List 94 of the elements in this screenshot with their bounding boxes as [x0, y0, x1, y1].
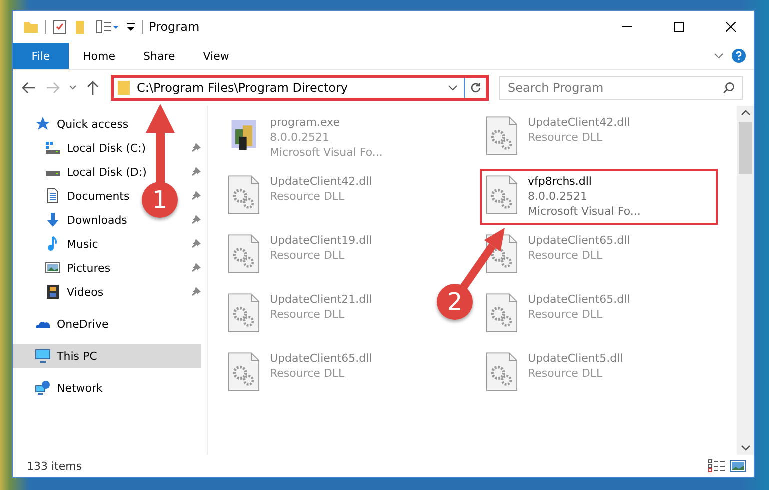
file-name: UpdateClient65.dll — [528, 292, 630, 307]
close-icon — [726, 22, 736, 32]
file-item[interactable]: UpdateClient21.dll Resource DLL — [222, 287, 424, 343]
file-name: UpdateClient42.dll — [270, 174, 372, 189]
pin-icon[interactable] — [191, 143, 201, 153]
document-icon — [45, 188, 61, 204]
file-name: UpdateClient65.dll — [270, 351, 372, 366]
drive-icon — [45, 140, 61, 156]
drive-icon — [45, 171, 61, 177]
dropdown-caret-icon[interactable] — [448, 85, 458, 91]
file-detail: Microsoft Visual Fo... — [270, 145, 383, 160]
scroll-thumb[interactable] — [739, 122, 752, 174]
file-name: UpdateClient19.dll — [270, 233, 372, 248]
file-item[interactable]: UpdateClient19.dll Resource DLL — [222, 228, 424, 284]
picture-icon — [45, 260, 61, 276]
window-title: Program — [149, 20, 201, 34]
view-options-icon[interactable] — [96, 19, 120, 35]
file-item[interactable]: UpdateClient42.dll Resource DLL — [480, 110, 682, 166]
customize-caret-icon[interactable] — [126, 21, 136, 33]
file-item[interactable]: UpdateClient65.dll Resource DLL — [480, 287, 682, 343]
minimize-icon — [622, 26, 632, 28]
pin-icon[interactable] — [191, 215, 201, 225]
monitor-icon — [35, 348, 51, 364]
back-arrow-icon — [22, 82, 36, 94]
search-field[interactable]: Search Program — [499, 76, 743, 100]
gear-file-icon — [486, 174, 518, 216]
pin-icon[interactable] — [191, 239, 201, 249]
file-detail: 8.0.0.2521 — [270, 130, 330, 145]
file-name: UpdateClient21.dll — [270, 292, 372, 307]
refresh-icon — [470, 82, 482, 94]
sidebar-item[interactable]: Network — [13, 376, 201, 400]
file-menu-button[interactable]: File — [13, 43, 69, 69]
ribbon-tab[interactable]: Share — [129, 43, 190, 69]
gear-file-icon — [486, 115, 518, 157]
download-icon — [45, 212, 61, 228]
large-icons-view-icon[interactable] — [730, 459, 746, 473]
scrollbar[interactable] — [737, 106, 754, 455]
file-detail: Resource DLL — [270, 248, 346, 263]
ribbon-tab[interactable]: Home — [69, 43, 130, 69]
file-item[interactable]: UpdateClient5.dll Resource DLL — [480, 346, 682, 402]
file-detail: Resource DLL — [528, 248, 604, 263]
gear-file-icon — [486, 351, 518, 393]
caret-icon — [69, 85, 77, 91]
file-name: UpdateClient42.dll — [528, 115, 630, 130]
sidebar-item[interactable]: Local Disk (C:) — [13, 136, 150, 160]
address-bar[interactable]: C:\Program Files\Program Directory — [111, 75, 489, 101]
up-arrow-icon — [87, 81, 99, 95]
pin-icon[interactable] — [191, 167, 201, 177]
pin-icon[interactable] — [191, 263, 201, 273]
file-detail: Microsoft Visual Fo... — [528, 204, 641, 219]
file-name: vfp8rchs.dll — [528, 174, 593, 189]
gear-file-icon — [228, 233, 260, 275]
file-detail: Resource DLL — [528, 130, 604, 145]
folder-icon — [117, 80, 131, 96]
search-icon — [723, 82, 735, 94]
star-icon — [35, 116, 51, 132]
ribbon-tab[interactable]: View — [189, 43, 244, 69]
file-name: UpdateClient65.dll — [528, 233, 630, 248]
sidebar-item[interactable]: Documents — [13, 184, 134, 208]
gear-file-icon — [228, 351, 260, 393]
gear-file-icon — [486, 292, 518, 334]
help-icon[interactable] — [732, 49, 746, 63]
file-item[interactable]: vfp8rchs.dll 8.0.0.2521 Microsoft Visual Fo... — [480, 169, 718, 225]
sidebar-item[interactable]: Local Disk (D:) — [13, 160, 151, 184]
file-detail: Resource DLL — [270, 366, 346, 381]
sidebar-item[interactable]: Pictures — [13, 256, 115, 280]
file-name: program.exe — [270, 115, 341, 130]
pin-icon[interactable] — [191, 191, 201, 201]
sidebar-item[interactable]: Music — [13, 232, 102, 256]
pin-icon[interactable] — [191, 287, 201, 297]
gear-file-icon — [228, 292, 260, 334]
file-detail: Resource DLL — [270, 189, 346, 204]
sidebar-item[interactable]: This PC — [13, 344, 201, 368]
network-icon — [35, 380, 51, 396]
file-item[interactable]: UpdateClient42.dll Resource DLL — [222, 169, 424, 225]
sidebar-item[interactable]: OneDrive — [13, 312, 201, 336]
gear-file-icon — [228, 174, 260, 216]
sidebar-item[interactable]: Downloads — [13, 208, 132, 232]
file-detail: Resource DLL — [270, 307, 346, 322]
item-count: 133 items — [27, 460, 84, 472]
sidebar-item[interactable]: Videos — [13, 280, 108, 304]
sidebar-item[interactable]: Quick access — [13, 112, 201, 136]
address-path: C:\Program Files\Program Directory — [137, 81, 350, 95]
maximize-icon — [674, 22, 684, 32]
file-name: UpdateClient5.dll — [528, 351, 624, 366]
forward-arrow-icon — [46, 82, 60, 94]
file-detail: Resource DLL — [528, 307, 604, 322]
details-view-icon[interactable] — [708, 459, 726, 473]
film-icon — [45, 284, 61, 300]
expand-ribbon-icon[interactable] — [714, 53, 724, 59]
file-item[interactable]: program.exe 8.0.0.2521 Microsoft Visual Fo... — [222, 110, 424, 166]
file-item[interactable]: UpdateClient65.dll Resource DLL — [222, 346, 424, 402]
file-detail: Resource DLL — [528, 366, 604, 381]
file-detail: 8.0.0.2521 — [528, 189, 588, 204]
